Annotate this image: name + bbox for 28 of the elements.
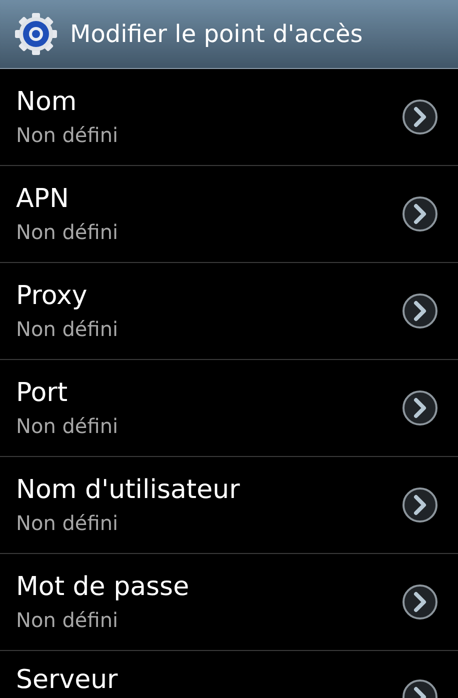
settings-row[interactable]: Nom d'utilisateur Non défini bbox=[0, 457, 458, 554]
chevron-right-icon bbox=[402, 390, 438, 426]
setting-value: Non défini bbox=[16, 414, 118, 438]
setting-value: Non défini bbox=[16, 511, 118, 535]
chevron-right-icon bbox=[402, 99, 438, 135]
settings-row[interactable]: APN Non défini bbox=[0, 166, 458, 263]
settings-row[interactable]: Proxy Non défini bbox=[0, 263, 458, 360]
settings-icon bbox=[14, 12, 58, 56]
setting-label: Serveur bbox=[16, 665, 118, 695]
settings-row[interactable]: Port Non défini bbox=[0, 360, 458, 457]
chevron-right-icon bbox=[402, 196, 438, 232]
setting-label: APN bbox=[16, 184, 69, 214]
settings-row[interactable]: Serveur bbox=[0, 651, 458, 698]
chevron-right-icon bbox=[402, 584, 438, 620]
settings-row[interactable]: Nom Non défini bbox=[0, 69, 458, 166]
settings-row[interactable]: Mot de passe Non défini bbox=[0, 554, 458, 651]
setting-value: Non défini bbox=[16, 608, 118, 632]
setting-label: Nom d'utilisateur bbox=[16, 475, 240, 505]
setting-label: Nom bbox=[16, 87, 77, 117]
setting-label: Proxy bbox=[16, 281, 88, 311]
setting-value: Non défini bbox=[16, 123, 118, 147]
setting-value: Non défini bbox=[16, 220, 118, 244]
setting-value: Non défini bbox=[16, 317, 118, 341]
chevron-right-icon bbox=[402, 293, 438, 329]
chevron-right-icon bbox=[402, 487, 438, 523]
screen-title: Modifier le point d'accès bbox=[70, 20, 363, 48]
setting-label: Mot de passe bbox=[16, 572, 190, 602]
setting-label: Port bbox=[16, 378, 68, 408]
